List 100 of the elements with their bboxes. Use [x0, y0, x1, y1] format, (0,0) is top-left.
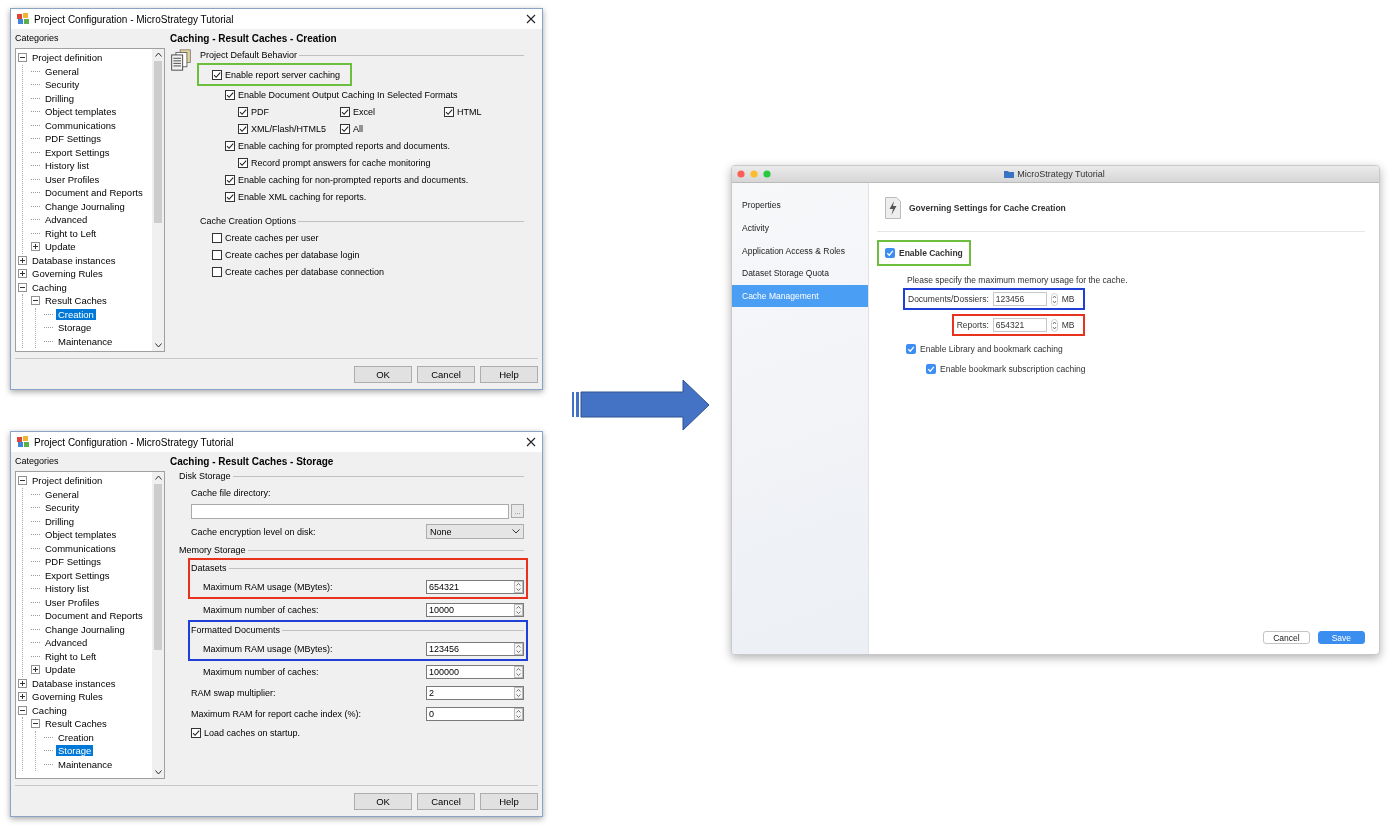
checkbox[interactable] [212, 232, 222, 243]
sidebar-item[interactable]: Application Access & Roles [732, 239, 868, 263]
stepper-icon[interactable] [1050, 292, 1058, 306]
dialog-button[interactable]: Help [480, 365, 538, 383]
checkbox[interactable] [212, 249, 222, 260]
collapse-icon[interactable] [18, 705, 27, 715]
sidebar-item[interactable]: Activity [732, 216, 868, 240]
checkbox[interactable] [926, 364, 936, 374]
close-icon[interactable] [526, 14, 536, 24]
tree-item[interactable]: Drilling [43, 515, 77, 527]
checkbox[interactable] [225, 191, 235, 202]
number-field[interactable]: 654321 [426, 579, 524, 594]
checkbox[interactable] [191, 727, 201, 738]
checkbox-label[interactable]: All [353, 123, 363, 134]
tree-item[interactable]: Caching [30, 704, 69, 716]
checkbox-label[interactable]: HTML [457, 106, 482, 117]
checkbox[interactable] [906, 344, 916, 354]
dialog-button[interactable]: Cancel [417, 365, 475, 383]
dialog-button[interactable]: Cancel [1263, 631, 1310, 644]
number-field[interactable]: 2 [426, 685, 524, 700]
dialog-button[interactable]: OK [354, 792, 412, 810]
expand-icon[interactable] [31, 665, 40, 675]
checkbox[interactable] [238, 106, 248, 117]
number-field[interactable]: 123456 [426, 641, 524, 656]
spinner-icon[interactable] [514, 665, 523, 678]
number-field[interactable]: 10000 [426, 602, 524, 617]
dialog-button[interactable]: Cancel [417, 792, 475, 810]
expand-icon[interactable] [18, 269, 27, 279]
spinner-icon[interactable] [514, 603, 523, 616]
scroll-up-icon[interactable] [154, 475, 162, 480]
expand-icon[interactable] [18, 255, 27, 265]
checkbox[interactable] [225, 140, 235, 151]
collapse-icon[interactable] [18, 476, 27, 486]
checkbox[interactable] [340, 106, 350, 117]
tree-item[interactable]: Advanced [43, 637, 90, 649]
tree-item[interactable]: Project definition [30, 52, 105, 64]
tree-item[interactable]: Object templates [43, 529, 119, 541]
checkbox-label[interactable]: Record prompt answers for cache monitoring [251, 157, 431, 168]
expand-icon[interactable] [18, 678, 27, 688]
number-field[interactable]: 0 [426, 706, 524, 721]
tree-item[interactable]: Governing Rules [30, 268, 105, 280]
tree-item[interactable]: Document and Reports [43, 187, 145, 199]
checkbox-label[interactable]: Load caches on startup. [204, 727, 301, 738]
tree-item[interactable]: Caching [30, 281, 69, 293]
tree-item[interactable]: Project definition [30, 475, 105, 487]
collapse-icon[interactable] [18, 282, 27, 292]
tree-item[interactable]: Creation [56, 308, 96, 320]
number-field[interactable]: 654321 [992, 318, 1047, 332]
tree-item[interactable]: Storage [56, 322, 94, 334]
checkbox[interactable] [225, 89, 235, 100]
tree-item[interactable]: Security [43, 502, 82, 514]
checkbox-label[interactable]: Excel [353, 106, 375, 117]
spinner-icon[interactable] [514, 686, 523, 699]
tree-item[interactable]: Database instances [30, 677, 118, 689]
tree-item[interactable]: PDF Settings [43, 556, 103, 568]
tree-item[interactable]: Right to Left [43, 650, 99, 662]
sidebar-item[interactable]: Properties [732, 194, 868, 217]
checkbox[interactable] [238, 157, 248, 168]
checkbox[interactable] [225, 174, 235, 185]
stepper-icon[interactable] [1050, 318, 1058, 332]
tree-item[interactable]: Creation [56, 731, 96, 743]
tree-item[interactable]: Export Settings [43, 569, 112, 581]
checkbox-label[interactable]: Enable Library and bookmark caching [920, 344, 1063, 354]
directory-field[interactable] [191, 503, 509, 519]
sidebar-item[interactable]: Dataset Storage Quota [732, 262, 868, 285]
tree-item[interactable]: General [43, 65, 81, 77]
tree-item[interactable]: Export Settings [43, 146, 112, 158]
tree-item[interactable]: Change Journaling [43, 623, 127, 635]
tree-item[interactable]: Database instances [30, 254, 118, 266]
scrollbar[interactable] [152, 49, 164, 351]
tree-item[interactable]: General [43, 488, 81, 500]
checkbox-label[interactable]: Enable report server caching [225, 69, 341, 80]
tree-item[interactable]: Governing Rules [30, 691, 105, 703]
expand-icon[interactable] [18, 692, 27, 702]
checkbox[interactable] [444, 106, 454, 117]
scroll-up-icon[interactable] [154, 52, 162, 57]
checkbox-label[interactable]: Enable Document Output Caching In Selected Formats [238, 89, 458, 100]
spinner-icon[interactable] [514, 580, 523, 593]
collapse-icon[interactable] [18, 53, 27, 63]
tree-item[interactable]: PDF Settings [43, 133, 103, 145]
checkbox[interactable] [885, 248, 895, 258]
checkbox-label[interactable]: Create caches per user [225, 232, 319, 243]
collapse-icon[interactable] [31, 719, 40, 729]
scrollbar[interactable] [152, 472, 164, 778]
number-field[interactable]: 123456 [992, 292, 1047, 306]
tree-item[interactable]: History list [43, 160, 91, 172]
tree-item[interactable]: Change Journaling [43, 200, 127, 212]
tree-item[interactable]: Update [43, 664, 78, 676]
checkbox-label[interactable]: Enable caching for prompted reports and documents. [238, 140, 451, 151]
tree-item[interactable]: Object templates [43, 106, 119, 118]
tree-item[interactable]: Advanced [43, 214, 90, 226]
expand-icon[interactable] [31, 242, 40, 252]
checkbox[interactable] [238, 123, 248, 134]
close-icon[interactable] [526, 437, 536, 447]
checkbox-label[interactable]: Create caches per database login [225, 249, 360, 260]
number-field[interactable]: 100000 [426, 664, 524, 679]
tree-item[interactable]: User Profiles [43, 173, 102, 185]
checkbox-label[interactable]: Enable caching for non-prompted reports and documents. [238, 174, 469, 185]
tree-item[interactable]: Communications [43, 119, 118, 131]
tree-item[interactable]: Result Caches [43, 718, 109, 730]
